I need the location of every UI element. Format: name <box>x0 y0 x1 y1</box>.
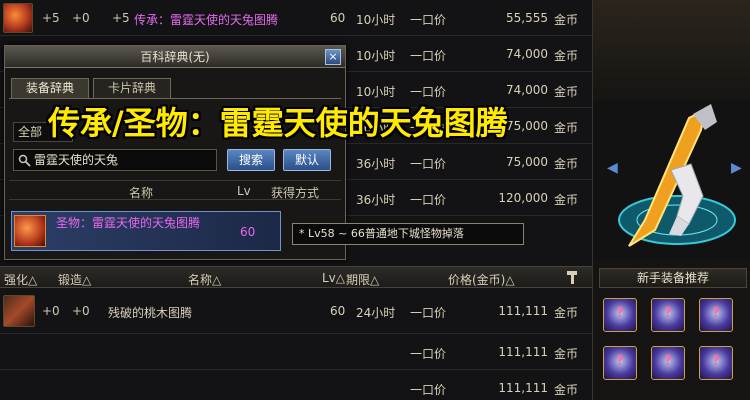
game-screen: +5 +0 +5 传承：雷霆天使的天兔图腾 60 10小时 一口价 55,555… <box>0 0 750 400</box>
recommend-slot[interactable]: ? <box>699 346 733 380</box>
rotate-right-button[interactable]: ▶ <box>731 160 742 176</box>
overlay-caption: 传承/圣物：雷霆天使的天兔图腾 <box>48 104 508 142</box>
buyout-label: 一口价 <box>410 383 447 397</box>
totem-item-icon <box>3 295 35 327</box>
search-icon <box>18 154 31 167</box>
header-level: Lv <box>237 184 251 198</box>
item-price: 111,111 <box>498 381 548 395</box>
default-button[interactable]: 默认 <box>283 149 331 171</box>
character-panel <box>593 0 750 100</box>
item-price: 55,555 <box>506 11 548 25</box>
currency-unit: 金币 <box>554 157 579 171</box>
right-panel: ◀ ▶ 新手装备推荐 ? ? ? ? ? ? <box>592 0 750 400</box>
recommend-slot[interactable]: ? <box>651 298 685 332</box>
item-period: 36小时 <box>356 157 396 171</box>
buyout-label: 一口价 <box>410 49 447 63</box>
strengthen-value: +0 <box>42 304 60 318</box>
recommend-slot[interactable]: ? <box>603 346 637 380</box>
forge-value: +0 <box>72 304 90 318</box>
auction-row[interactable]: +5 +0 +5 传承：雷霆天使的天兔图腾 60 10小时 一口价 55,555… <box>0 0 592 36</box>
unknown-item-icon: ? <box>711 305 721 321</box>
buyout-label: 一口价 <box>410 193 447 207</box>
unknown-item-icon: ? <box>711 353 721 369</box>
buyout-label: 一口价 <box>410 306 447 320</box>
header-name: 名称 <box>129 186 154 200</box>
sort-name[interactable]: 名称△ <box>188 271 221 288</box>
item-price: 74,000 <box>506 83 548 97</box>
item-price: 75,000 <box>506 155 548 169</box>
currency-unit: 金币 <box>554 49 579 63</box>
buyout-label: 一口价 <box>410 347 447 361</box>
item-period: 24小时 <box>356 306 396 320</box>
result-item-level: 60 <box>240 225 256 239</box>
sort-forge[interactable]: 锻造△ <box>58 271 91 288</box>
item-name: 残破的桃木图腾 <box>108 306 193 320</box>
sort-strengthen[interactable]: 强化△ <box>4 271 37 288</box>
sort-period[interactable]: 期限△ <box>346 271 379 288</box>
currency-unit: 金币 <box>554 383 579 397</box>
currency-unit: 金币 <box>554 13 579 27</box>
currency-unit: 金币 <box>554 347 579 361</box>
character-preview: ◀ ▶ <box>593 100 750 260</box>
window-title[interactable]: 百科辞典(无) × <box>5 46 345 68</box>
tab-equipment[interactable]: 装备辞典 <box>11 78 89 98</box>
close-button[interactable]: × <box>325 49 341 65</box>
item-price: 74,000 <box>506 47 548 61</box>
recommend-slot[interactable]: ? <box>699 298 733 332</box>
auction-row[interactable]: 一口价 111,111 金币 <box>0 370 592 400</box>
currency-unit: 金币 <box>554 85 579 99</box>
totem-item-icon <box>3 3 33 33</box>
currency-unit: 金币 <box>554 193 579 207</box>
currency-unit: 金币 <box>554 306 579 320</box>
search-input[interactable]: 雷霆天使的天兔 <box>13 149 217 171</box>
result-list-header: 名称 Lv 获得方式 <box>9 180 341 200</box>
tab-cards[interactable]: 卡片辞典 <box>93 78 171 98</box>
forge-value: +0 <box>72 11 90 25</box>
item-price: 120,000 <box>498 191 548 205</box>
item-period: 36小时 <box>356 193 396 207</box>
search-button[interactable]: 搜索 <box>227 149 275 171</box>
item-level: 60 <box>330 304 346 318</box>
totem-item-icon <box>14 215 46 247</box>
hammer-icon <box>567 271 577 284</box>
tab-divider <box>9 98 341 99</box>
buyout-label: 一口价 <box>410 85 447 99</box>
result-item-name: 圣物：雷霆天使的天兔图腾 <box>56 216 201 230</box>
recommend-slot[interactable]: ? <box>603 298 637 332</box>
character-preview-art <box>618 104 736 247</box>
rotate-left-button[interactable]: ◀ <box>607 160 618 176</box>
strengthen-value: +5 <box>42 11 60 25</box>
unknown-item-icon: ? <box>663 305 673 321</box>
amplify-value: +5 <box>112 11 130 25</box>
recommend-slot[interactable]: ? <box>651 346 685 380</box>
unknown-item-icon: ? <box>615 353 625 369</box>
window-title-text: 百科辞典(无) <box>140 50 210 64</box>
search-value: 雷霆天使的天兔 <box>34 153 119 167</box>
item-level: 60 <box>330 11 346 25</box>
unknown-item-icon: ? <box>615 305 625 321</box>
item-period: 10小时 <box>356 85 396 99</box>
buyout-label: 一口价 <box>410 13 447 27</box>
item-period: 10小时 <box>356 49 396 63</box>
sort-price[interactable]: 价格(金币)△ <box>448 271 515 288</box>
buyout-label: 一口价 <box>410 157 447 171</box>
item-price: 111,111 <box>498 304 548 318</box>
auction-row[interactable]: +0 +0 残破的桃木图腾 60 24小时 一口价 111,111 金币 <box>0 290 592 334</box>
item-period: 10小时 <box>356 13 396 27</box>
item-price: 111,111 <box>498 345 548 359</box>
result-item[interactable]: 圣物：雷霆天使的天兔图腾 60 <box>11 211 281 251</box>
recommend-title: 新手装备推荐 <box>599 268 747 288</box>
header-source: 获得方式 <box>271 186 320 200</box>
item-name: 传承：雷霆天使的天兔图腾 <box>134 13 279 27</box>
drop-source-tooltip: * Lv58 ~ 66普通地下城怪物掉落 <box>292 223 524 245</box>
sort-level[interactable]: Lv△ <box>322 271 345 285</box>
auction-column-header: 强化△ 锻造△ 名称△ Lv△ 期限△ 价格(金币)△ <box>0 266 592 288</box>
auction-row[interactable]: 一口价 111,111 金币 <box>0 334 592 370</box>
unknown-item-icon: ? <box>663 353 673 369</box>
